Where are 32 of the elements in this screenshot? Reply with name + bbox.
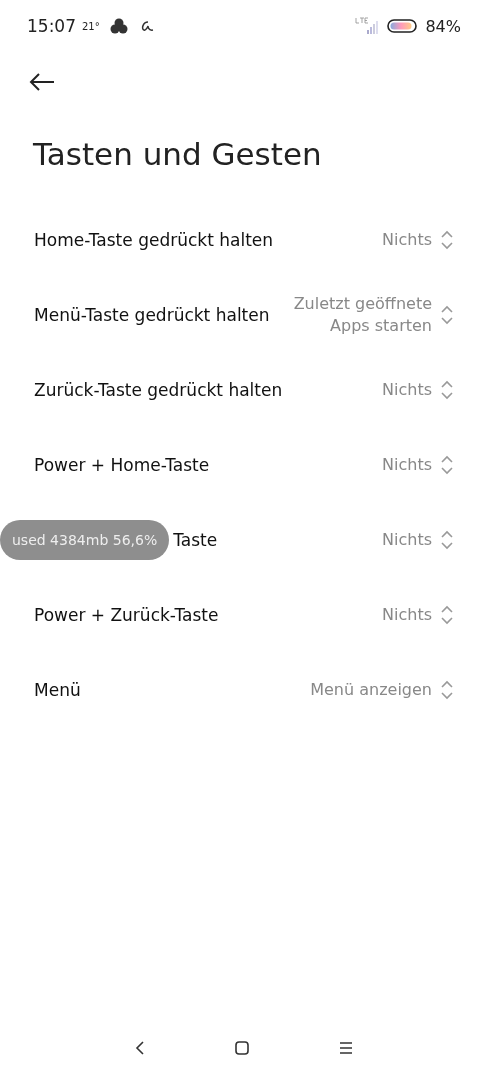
setting-label: Menü	[34, 678, 81, 702]
setting-label: Home-Taste gedrückt halten	[34, 228, 274, 252]
up-down-icon	[440, 678, 454, 701]
setting-label: Power + Zurück-Taste	[34, 603, 219, 627]
clock-time: 15:07	[27, 16, 76, 36]
menu-nav-button[interactable]	[337, 1041, 354, 1055]
memory-usage-badge: used 4384mb 56,6%	[0, 519, 170, 560]
setting-dropdown[interactable]: Nichts	[382, 453, 454, 476]
setting-dropdown[interactable]: Nichts	[382, 378, 454, 401]
up-down-icon	[440, 303, 454, 326]
up-down-icon	[440, 603, 454, 626]
up-down-icon	[440, 378, 454, 401]
temperature: 21°	[82, 20, 100, 32]
setting-dropdown[interactable]: Nichts	[382, 228, 454, 251]
back-arrow-icon	[28, 72, 56, 92]
up-down-icon	[440, 528, 454, 551]
setting-dropdown[interactable]: Zuletzt geöffnete Apps starten	[272, 292, 454, 337]
up-down-icon	[440, 228, 454, 251]
setting-dropdown[interactable]: Menü anzeigen	[310, 678, 454, 701]
setting-label: Zurück-Taste gedrückt halten	[34, 378, 283, 402]
setting-label: Taste	[173, 528, 218, 552]
home-nav-button[interactable]	[233, 1040, 250, 1056]
cloud-icon	[109, 18, 128, 34]
setting-label: Menü-Taste gedrückt halten	[34, 303, 270, 327]
setting-label: Power + Home-Taste	[34, 453, 210, 477]
back-nav-button[interactable]	[133, 1040, 146, 1056]
page-title: Tasten und Gesten	[33, 136, 323, 172]
setting-dropdown[interactable]: Nichts	[382, 528, 454, 551]
battery-icon	[387, 19, 420, 33]
setting-dropdown[interactable]: Nichts	[382, 603, 454, 626]
up-down-icon	[440, 453, 454, 476]
battery-percentage: 84%	[425, 16, 461, 36]
